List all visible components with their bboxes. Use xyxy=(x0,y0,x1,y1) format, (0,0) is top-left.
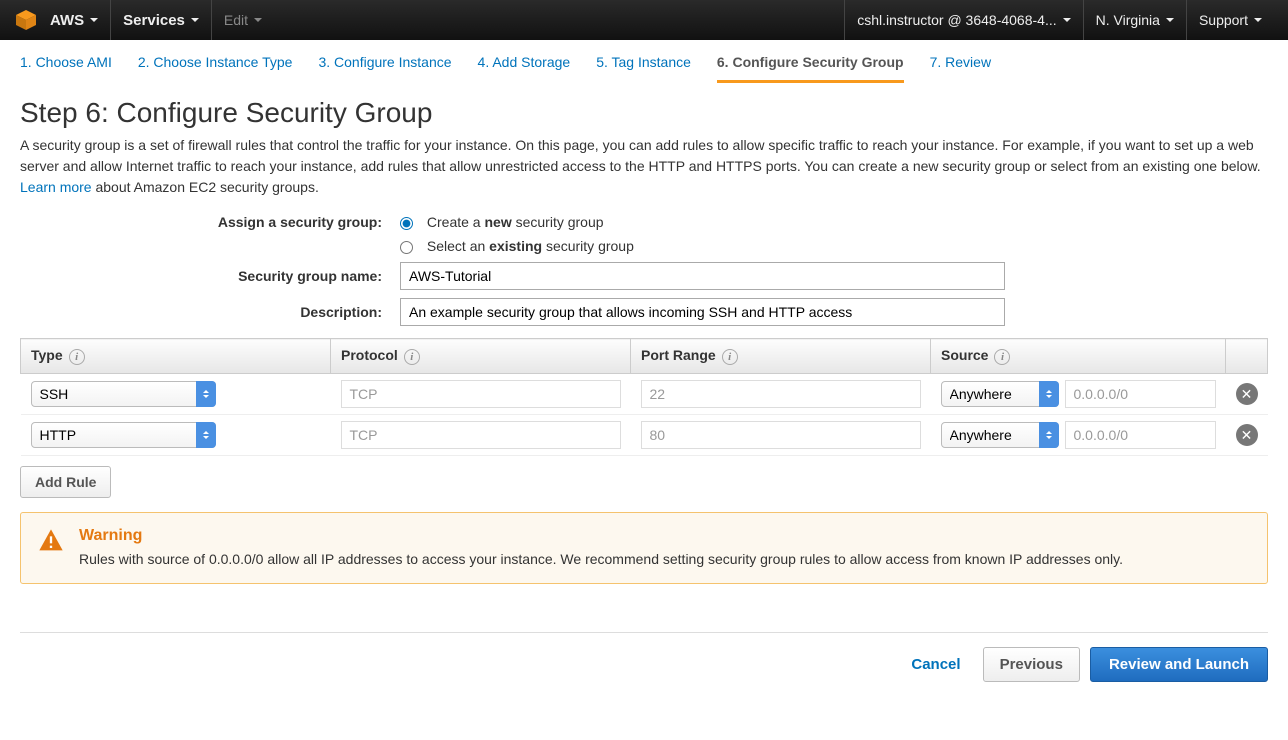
radio-existing-label: Select an existing security group xyxy=(427,238,634,254)
rule-port: 22 xyxy=(641,380,921,408)
nav-edit[interactable]: Edit xyxy=(211,0,274,40)
rule-source-mode-select[interactable]: Anywhere xyxy=(941,381,1059,407)
warning-text: Rules with source of 0.0.0.0/0 allow all… xyxy=(79,549,1123,569)
warning-title: Warning xyxy=(79,527,1123,545)
warning-box: Warning Rules with source of 0.0.0.0/0 a… xyxy=(20,512,1268,584)
aws-cube-icon xyxy=(14,8,38,32)
chevron-down-icon xyxy=(1254,18,1262,22)
rules-table: Typei Protocoli Port Rangei Sourcei xyxy=(20,338,1268,456)
warning-triangle-icon xyxy=(37,527,65,555)
info-icon[interactable]: i xyxy=(404,349,420,365)
assign-security-group-row: Assign a security group: Create a new se… xyxy=(20,214,1268,230)
nav-aws[interactable]: AWS xyxy=(50,0,110,40)
learn-more-link[interactable]: Learn more xyxy=(20,179,92,195)
page-title: Step 6: Configure Security Group xyxy=(20,97,1268,129)
chevron-down-icon xyxy=(254,18,262,22)
rule-source-cidr[interactable] xyxy=(1065,380,1216,408)
step-add-storage[interactable]: 4. Add Storage xyxy=(478,54,571,83)
info-icon[interactable]: i xyxy=(994,349,1010,365)
nav-region[interactable]: N. Virginia xyxy=(1083,0,1186,40)
chevron-down-icon xyxy=(1063,18,1071,22)
assign-label: Assign a security group: xyxy=(20,214,400,230)
security-group-name-row: Security group name: xyxy=(20,262,1268,290)
radio-select-existing[interactable] xyxy=(400,241,413,254)
wizard-steps: 1. Choose AMI 2. Choose Instance Type 3.… xyxy=(0,40,1288,83)
sg-desc-label: Description: xyxy=(20,304,400,320)
description-row: Description: xyxy=(20,298,1268,326)
intro-text-post: about Amazon EC2 security groups. xyxy=(95,179,318,195)
rule-protocol: TCP xyxy=(341,380,621,408)
nav-support[interactable]: Support xyxy=(1186,0,1274,40)
col-remove xyxy=(1226,339,1268,374)
remove-rule-button[interactable]: ✕ xyxy=(1236,424,1258,446)
review-and-launch-button[interactable]: Review and Launch xyxy=(1090,647,1268,682)
previous-button[interactable]: Previous xyxy=(983,647,1080,682)
security-group-name-input[interactable] xyxy=(400,262,1005,290)
step-tag-instance[interactable]: 5. Tag Instance xyxy=(596,54,691,83)
table-row: HTTP TCP 80 Anywhere xyxy=(21,415,1268,456)
sg-name-label: Security group name: xyxy=(20,268,400,284)
nav-support-label: Support xyxy=(1199,12,1248,28)
rule-type-select[interactable]: HTTP xyxy=(31,422,216,448)
step-review[interactable]: 7. Review xyxy=(930,54,991,83)
nav-account-label: cshl.instructor @ 3648-4068-4... xyxy=(857,12,1056,28)
intro-text-pre: A security group is a set of firewall ru… xyxy=(20,137,1261,174)
rule-source-cidr[interactable] xyxy=(1065,421,1216,449)
remove-rule-button[interactable]: ✕ xyxy=(1236,383,1258,405)
col-type: Typei xyxy=(21,339,331,374)
radio-option-create[interactable]: Create a new security group xyxy=(400,214,604,230)
radio-option-existing[interactable]: Select an existing security group xyxy=(400,238,634,254)
chevron-down-icon xyxy=(191,18,199,22)
top-nav: AWS Services Edit cshl.instructor @ 3648… xyxy=(0,0,1288,40)
nav-edit-label: Edit xyxy=(224,12,248,28)
col-port-range: Port Rangei xyxy=(631,339,931,374)
col-source: Sourcei xyxy=(931,339,1226,374)
info-icon[interactable]: i xyxy=(69,349,85,365)
nav-account[interactable]: cshl.instructor @ 3648-4068-4... xyxy=(844,0,1082,40)
page-intro: A security group is a set of firewall ru… xyxy=(20,135,1268,198)
security-group-description-input[interactable] xyxy=(400,298,1005,326)
step-configure-instance[interactable]: 3. Configure Instance xyxy=(318,54,451,83)
cancel-button[interactable]: Cancel xyxy=(899,648,972,681)
nav-region-label: N. Virginia xyxy=(1096,12,1160,28)
step-choose-instance-type[interactable]: 2. Choose Instance Type xyxy=(138,54,293,83)
nav-services[interactable]: Services xyxy=(110,0,211,40)
add-rule-button[interactable]: Add Rule xyxy=(20,466,111,498)
nav-services-label: Services xyxy=(123,12,185,29)
rule-type-select[interactable]: SSH xyxy=(31,381,216,407)
rule-protocol: TCP xyxy=(341,421,621,449)
chevron-down-icon xyxy=(90,18,98,22)
chevron-down-icon xyxy=(1166,18,1174,22)
table-row: SSH TCP 22 Anywhere xyxy=(21,374,1268,415)
rule-source-mode-select[interactable]: Anywhere xyxy=(941,422,1059,448)
step-configure-security-group[interactable]: 6. Configure Security Group xyxy=(717,54,904,83)
info-icon[interactable]: i xyxy=(722,349,738,365)
assign-security-group-row-2: Select an existing security group xyxy=(20,238,1268,254)
main-content: Step 6: Configure Security Group A secur… xyxy=(0,83,1288,606)
radio-create-label: Create a new security group xyxy=(427,214,604,230)
nav-aws-label: AWS xyxy=(50,12,84,29)
rule-port: 80 xyxy=(641,421,921,449)
wizard-footer: Cancel Previous Review and Launch xyxy=(20,632,1268,682)
col-protocol: Protocoli xyxy=(331,339,631,374)
step-choose-ami[interactable]: 1. Choose AMI xyxy=(20,54,112,83)
radio-create-new[interactable] xyxy=(400,217,413,230)
